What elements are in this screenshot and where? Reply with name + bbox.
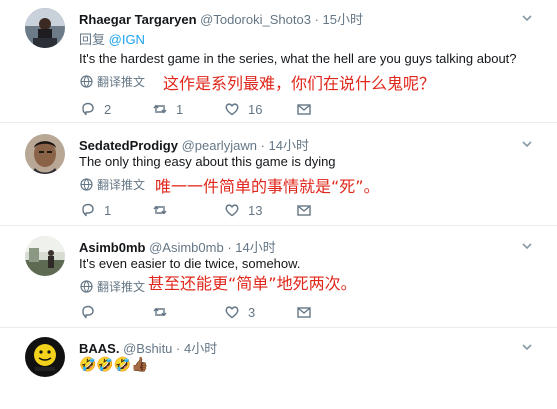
reply-button[interactable]: 1 <box>80 202 111 218</box>
globe-icon <box>80 178 93 191</box>
reply-button[interactable] <box>80 304 104 320</box>
reply-prefix: 回复 <box>79 32 106 47</box>
reply-count: 1 <box>104 202 112 218</box>
tweet-emoji-text: 🤣🤣🤣👍🏾 <box>79 356 149 372</box>
reply-count: 2 <box>104 101 112 117</box>
heart-icon <box>225 306 239 319</box>
separator-dot: · <box>176 341 181 356</box>
chevron-down-icon[interactable] <box>520 340 534 354</box>
translate-link[interactable]: 翻译推文 <box>80 73 145 90</box>
envelope-icon <box>297 307 311 318</box>
avatar-baas[interactable] <box>25 337 65 377</box>
tweet-text: It's even easier to die twice, somehow. <box>79 256 301 271</box>
timestamp[interactable]: 14小时 <box>269 138 309 153</box>
timestamp[interactable]: 14小时 <box>235 240 275 255</box>
like-button[interactable]: 13 <box>224 202 262 218</box>
like-count: 3 <box>248 304 256 320</box>
reply-icon <box>82 203 94 217</box>
heart-icon <box>225 204 239 217</box>
user-handle[interactable]: @Bshitu <box>123 341 172 356</box>
envelope-icon <box>297 205 311 216</box>
avatar-asimb0mb[interactable] <box>25 236 65 276</box>
like-button[interactable]: 3 <box>224 304 255 320</box>
timestamp[interactable]: 4小时 <box>184 341 217 356</box>
tweet-4[interactable]: BAAS. @Bshitu · 4小时 🤣🤣🤣👍🏾 <box>0 328 557 409</box>
globe-icon <box>80 280 93 293</box>
avatar-rhaegar[interactable] <box>25 8 65 48</box>
reply-icon <box>82 102 94 116</box>
chevron-down-icon[interactable] <box>520 137 534 151</box>
translate-label: 翻译推文 <box>97 280 146 294</box>
display-name[interactable]: Asimb0mb <box>79 240 145 255</box>
tweet-header: SedatedProdigy @pearlyjawn · 14小时 <box>79 135 309 154</box>
retweet-button[interactable] <box>152 202 176 218</box>
chinese-translation: 唯一一件简单的事情就是“死”。 <box>155 177 380 196</box>
reply-icon <box>82 305 94 319</box>
user-handle[interactable]: @pearlyjawn <box>182 138 257 153</box>
direct-message-button[interactable] <box>296 304 312 320</box>
chevron-down-icon[interactable] <box>520 239 534 253</box>
direct-message-button[interactable] <box>296 202 312 218</box>
tweet-header: BAAS. @Bshitu · 4小时 <box>79 338 217 357</box>
translate-link[interactable]: 翻译推文 <box>80 176 145 193</box>
chevron-down-icon[interactable] <box>520 11 534 25</box>
envelope-icon <box>297 104 311 115</box>
user-handle[interactable]: @Asimb0mb <box>149 240 224 255</box>
translate-label: 翻译推文 <box>97 178 146 192</box>
separator-dot: · <box>227 240 232 255</box>
display-name[interactable]: BAAS. <box>79 341 119 356</box>
tweet-1[interactable]: Rhaegar Targaryen @Todoroki_Shoto3 · 15小… <box>0 0 557 118</box>
heart-icon <box>225 103 239 116</box>
like-count: 13 <box>248 202 263 218</box>
translate-link[interactable]: 翻译推文 <box>80 278 145 295</box>
retweet-icon <box>153 307 167 317</box>
reply-button[interactable]: 2 <box>80 101 111 117</box>
tweet-text: The only thing easy about this game is d… <box>79 154 336 169</box>
tweet-header: Asimb0mb @Asimb0mb · 14小时 <box>79 237 276 256</box>
retweet-icon <box>153 205 167 215</box>
like-count: 16 <box>248 101 263 117</box>
avatar-sedatedprodigy[interactable] <box>25 134 65 174</box>
timestamp[interactable]: 15小时 <box>323 12 363 27</box>
chinese-translation: 甚至还能更“简单”地死两次。 <box>148 274 357 293</box>
separator-dot: · <box>260 138 265 153</box>
retweet-button[interactable] <box>152 304 176 320</box>
display-name[interactable]: SedatedProdigy <box>79 138 178 153</box>
chinese-translation: 这作是系列最难，你们在说什么鬼呢？ <box>163 74 436 93</box>
retweet-icon <box>153 104 167 114</box>
globe-icon <box>80 75 93 88</box>
tweet-2[interactable]: SedatedProdigy @pearlyjawn · 14小时 The on… <box>0 123 557 223</box>
tweet-3[interactable]: Asimb0mb @Asimb0mb · 14小时 It's even easi… <box>0 226 557 326</box>
reply-mention-link[interactable]: @IGN <box>109 32 145 47</box>
translate-label: 翻译推文 <box>97 75 146 89</box>
user-handle[interactable]: @Todoroki_Shoto3 <box>200 12 311 27</box>
direct-message-button[interactable] <box>296 101 312 117</box>
like-button[interactable]: 16 <box>224 101 262 117</box>
retweet-count: 1 <box>176 101 184 117</box>
reply-context: 回复 @IGN <box>79 29 145 48</box>
display-name[interactable]: Rhaegar Targaryen <box>79 12 197 27</box>
tweet-header: Rhaegar Targaryen @Todoroki_Shoto3 · 15小… <box>79 9 363 28</box>
retweet-button[interactable]: 1 <box>152 101 183 117</box>
tweet-text: It's the hardest game in the series, wha… <box>79 51 517 66</box>
separator-dot: · <box>314 12 319 27</box>
